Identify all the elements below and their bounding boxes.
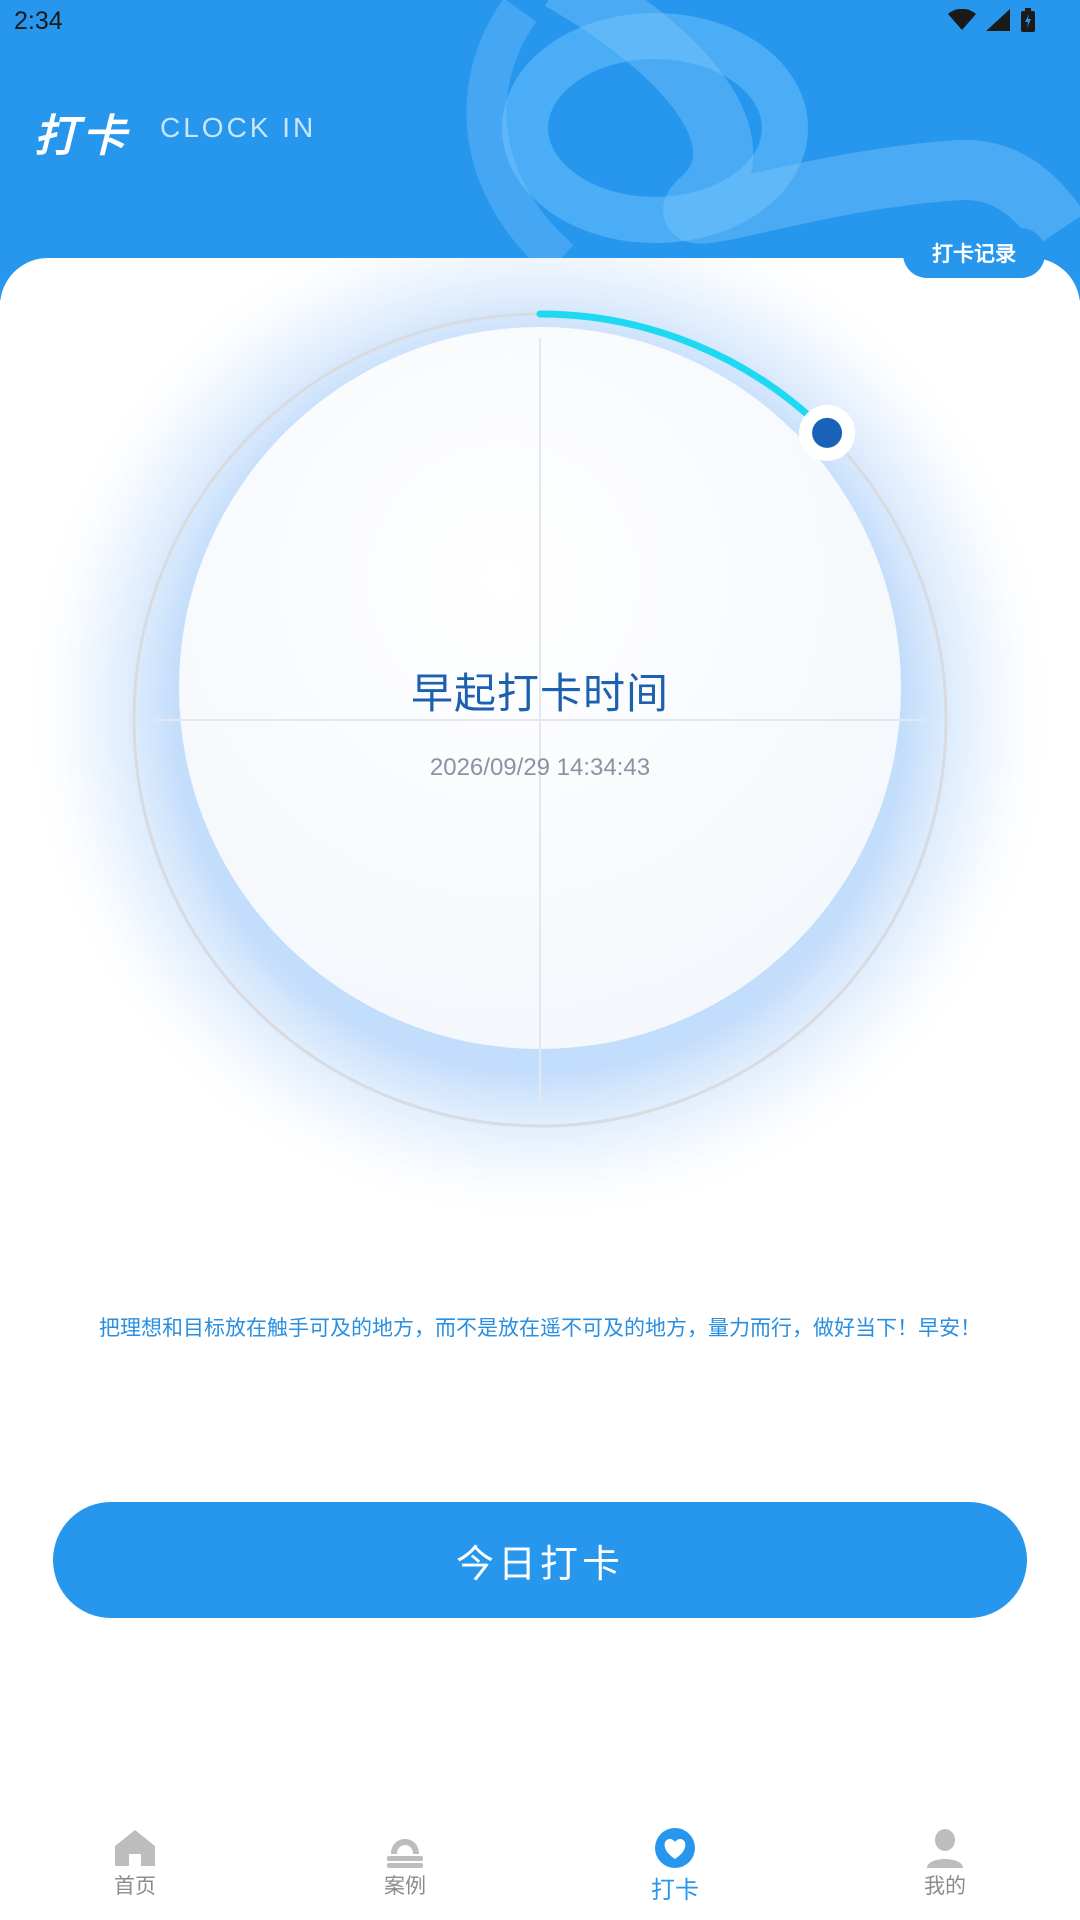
signal-icon — [986, 9, 1010, 31]
home-icon — [115, 1830, 155, 1866]
status-bar: 2:34 — [0, 0, 1080, 44]
page-subtitle: CLOCK IN — [160, 112, 317, 143]
tab-label-mine: 我的 — [924, 1874, 966, 1898]
battery-icon — [1021, 8, 1035, 32]
heart-icon — [655, 1828, 695, 1868]
tab-clockin[interactable]: 打卡 — [540, 1810, 810, 1920]
user-icon — [927, 1829, 963, 1868]
dial-title: 早起打卡时间 — [410, 669, 669, 718]
tab-label-home: 首页 — [114, 1874, 156, 1898]
clock-record-button[interactable]: 打卡记录 — [903, 228, 1045, 278]
tab-label-clockin: 打卡 — [651, 1876, 699, 1904]
motto-text: 把理想和目标放在触手可及的地方，而不是放在遥不可及的地方，量力而行，做好当下！早… — [99, 1316, 981, 1340]
case-icon — [387, 1839, 423, 1868]
tab-bar: 首页 案例 打卡 我的 — [0, 1810, 1080, 1920]
progress-knob[interactable] — [812, 417, 843, 448]
tab-label-cases: 案例 — [384, 1874, 426, 1898]
tab-cases[interactable]: 案例 — [270, 1810, 540, 1920]
tab-mine[interactable]: 我的 — [810, 1810, 1080, 1920]
status-time: 2:34 — [14, 7, 63, 35]
tab-home[interactable]: 首页 — [0, 1810, 270, 1920]
wifi-icon — [948, 9, 976, 30]
page-title: 打卡 — [34, 111, 130, 162]
clock-in-button[interactable]: 今日打卡 — [53, 1502, 1027, 1618]
clock-dial: 早起打卡时间 2026/09/29 14:34:43 — [0, 258, 1080, 1258]
dial-datetime: 2026/09/29 14:34:43 — [429, 754, 651, 781]
